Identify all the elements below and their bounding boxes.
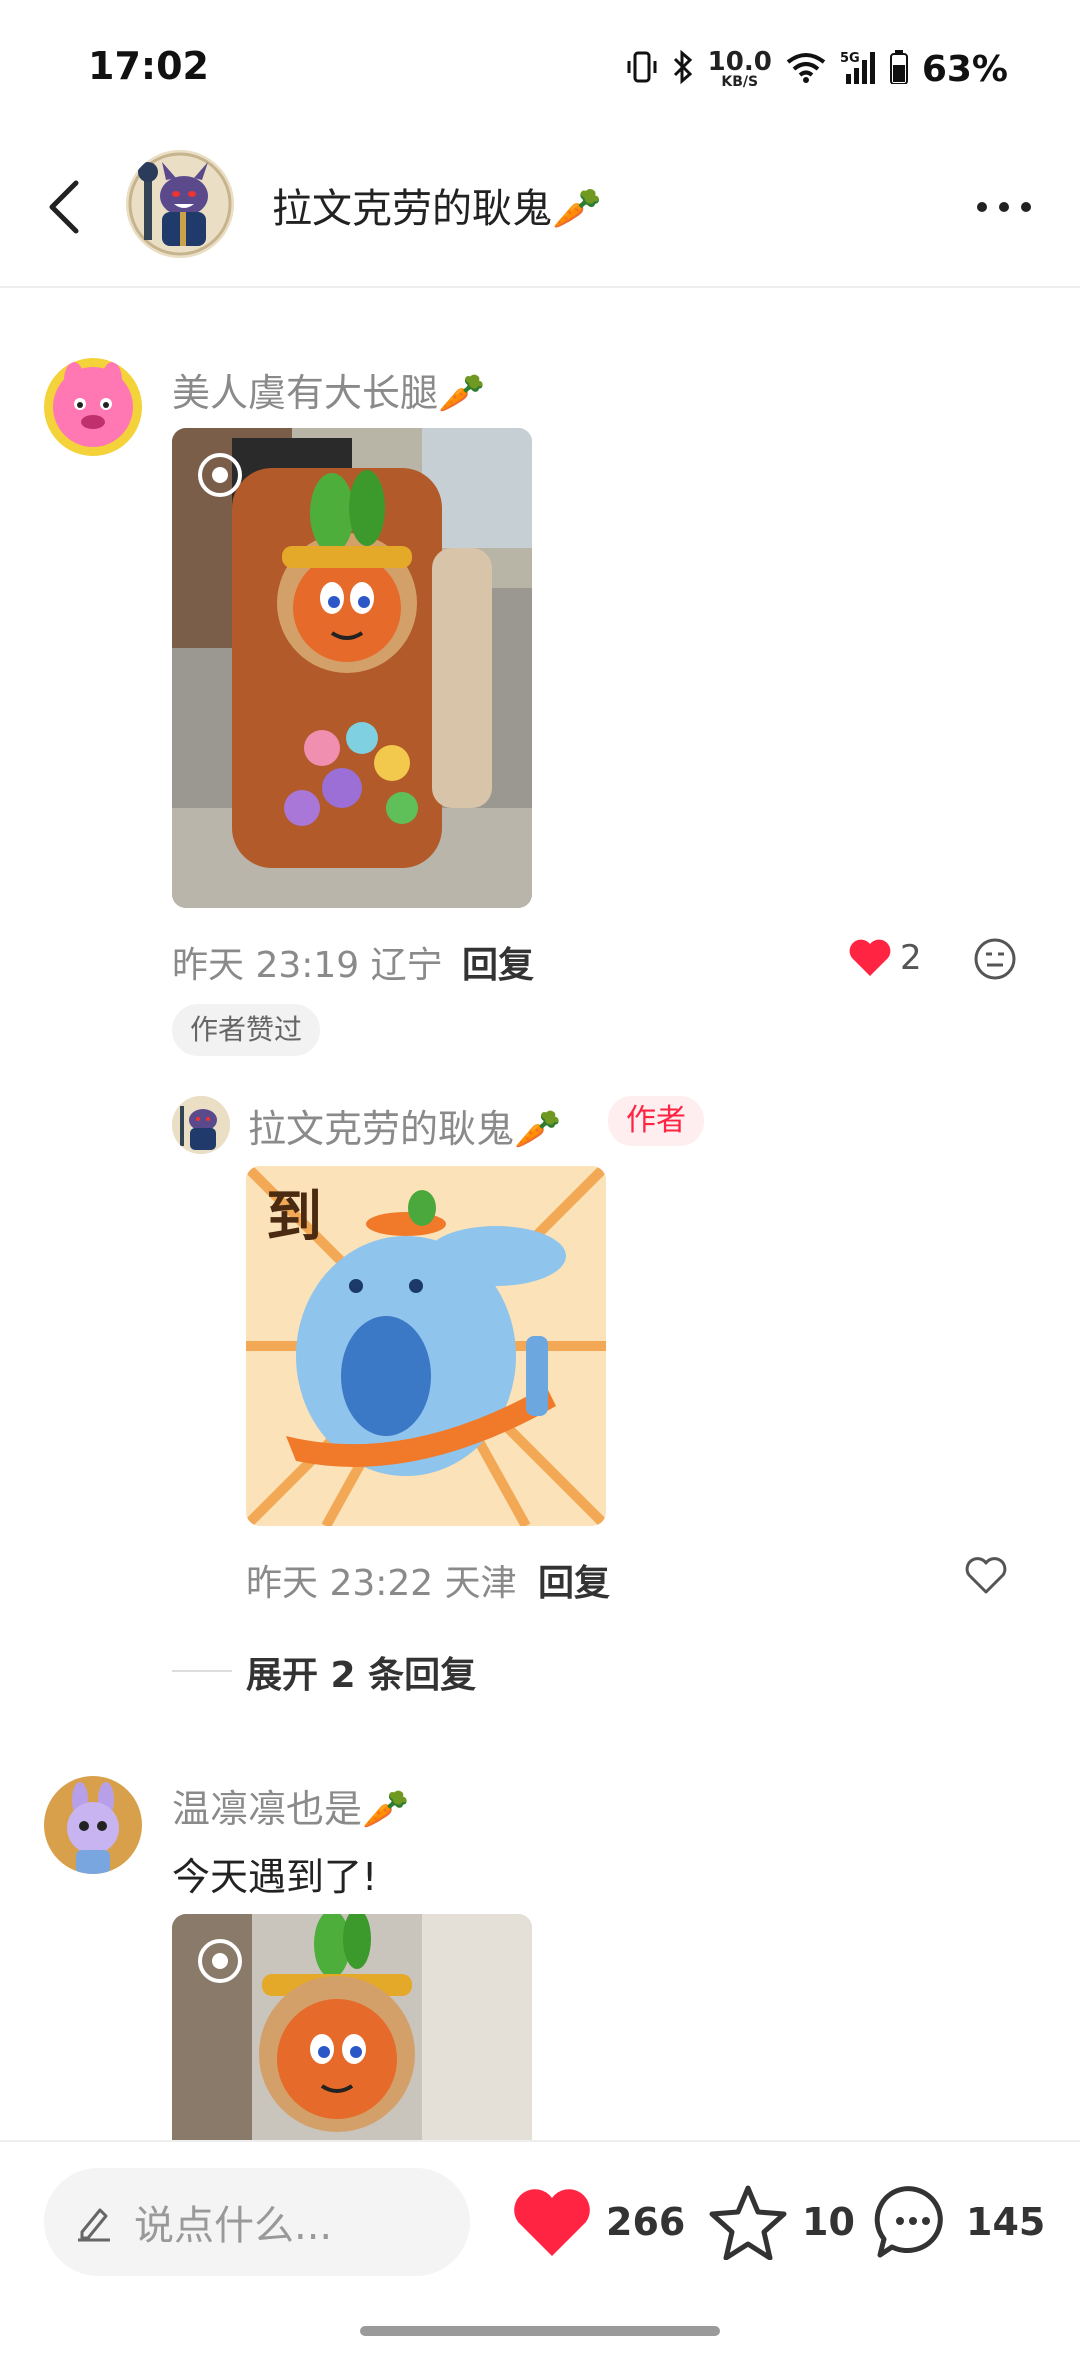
avatar[interactable] (44, 358, 142, 456)
author-liked-tag: 作者赞过 (172, 1004, 321, 1056)
like-post-button[interactable]: 266 (512, 2180, 685, 2264)
more-options-button[interactable] (964, 182, 1044, 232)
bottom-action-bar: 说点什么... 266 10 145 (0, 2140, 1080, 2354)
comment-input[interactable]: 说点什么... (44, 2168, 470, 2276)
heart-outline-icon (965, 1557, 1007, 1594)
chat-bubble-icon (874, 2186, 943, 2258)
avatar[interactable] (44, 1776, 142, 1874)
comment-text: 今天遇到了! (172, 1855, 378, 1899)
vibrate-icon (626, 49, 658, 89)
expand-replies-button[interactable]: 展开 2 条回复 (246, 1646, 476, 1698)
signal-5g-icon: 5G (840, 50, 876, 88)
emoji-face-icon (974, 938, 1016, 980)
comment-time-location: 昨天 23:19 辽宁 (172, 945, 443, 986)
star-outline-icon (709, 2185, 787, 2260)
author-badge: 作者 (608, 1096, 704, 1146)
status-time: 17:02 (88, 44, 209, 88)
net-speed: 10.0 KB/S (707, 47, 772, 90)
reply-avatar[interactable] (172, 1096, 230, 1154)
reply-like-button[interactable] (964, 1556, 1008, 1598)
comment-author[interactable]: 美人虞有大长腿🥕 (172, 362, 485, 417)
heart-filled-icon (849, 939, 891, 976)
reply-author[interactable]: 拉文克劳的耿鬼🥕 (248, 1098, 561, 1153)
more-icon (977, 202, 1031, 212)
favorite-count: 10 (802, 2200, 855, 2244)
battery-icon (889, 50, 908, 88)
bluetooth-icon (672, 49, 694, 89)
heart-filled-icon (514, 2189, 590, 2256)
like-count: 266 (606, 2200, 686, 2244)
back-button[interactable] (38, 172, 90, 242)
svg-text:5G: 5G (840, 51, 860, 66)
like-count: 2 (900, 938, 922, 978)
like-button[interactable] (848, 938, 892, 982)
favorite-button[interactable]: 10 (708, 2180, 855, 2264)
chat-header: 拉文克劳的耿鬼🥕 (0, 130, 1080, 288)
expand-divider (172, 1670, 232, 1672)
reply-time-location: 昨天 23:22 天津 (246, 1563, 517, 1604)
home-indicator[interactable] (360, 2326, 720, 2336)
comments-button[interactable]: 145 (874, 2180, 1045, 2264)
header-title: 拉文克劳的耿鬼🥕 (272, 186, 602, 232)
battery-percent: 63% (921, 48, 1008, 90)
reply-button[interactable]: 回复 (538, 1554, 610, 1606)
wifi-icon (786, 51, 826, 87)
chevron-left-icon (49, 180, 79, 234)
reply-button[interactable]: 回复 (462, 936, 534, 988)
comment-input-placeholder: 说点什么... (134, 2203, 333, 2249)
sticker-caption: 到 (266, 1185, 322, 1250)
react-button[interactable] (972, 936, 1018, 982)
reply-sticker[interactable]: 到 (246, 1166, 606, 1526)
comment-count: 145 (966, 2200, 1046, 2244)
status-bar: 17:02 10.0 KB/S 5G 63% (0, 0, 1080, 130)
status-icons: 10.0 KB/S 5G 63% (626, 44, 1008, 94)
comment-photo[interactable] (172, 428, 532, 908)
header-avatar[interactable] (126, 150, 234, 258)
comment-photo[interactable] (172, 1914, 532, 2140)
comment-author[interactable]: 温凛凛也是🥕 (172, 1778, 409, 1833)
pencil-icon (78, 2208, 110, 2242)
